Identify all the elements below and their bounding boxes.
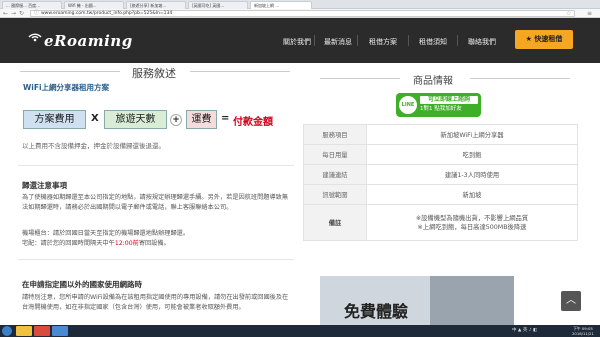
browser-tab[interactable]: [旅遊分享] 新加坡... (126, 1, 186, 9)
product-info-table: 服務項目 新加坡WiFi上網分享器 每日用量 吃到飽 建議連結 建議1-3人同時… (303, 124, 578, 241)
chevron-up-icon: ︿ (566, 295, 576, 306)
row-value: 建議1-3人同時使用 (366, 164, 578, 185)
start-button[interactable] (2, 326, 12, 336)
row-value: 吃到飽 (366, 144, 578, 165)
page-info-icon[interactable]: ⓘ (34, 11, 39, 16)
table-row: 建議連結 建議1-3人同時使用 (303, 164, 578, 185)
row-key: 建議連結 (303, 164, 367, 185)
browser-tabbar: ... 國際服... 百度... Wifi 機 - 出國... [旅遊分享] 新… (0, 0, 600, 9)
line-add-friend-label: 1對1 點我加好友 (420, 106, 462, 112)
explorer-icon[interactable] (16, 326, 32, 336)
section-divider (18, 165, 294, 166)
row-key: 服務項目 (303, 124, 367, 145)
address-bar[interactable]: ⓘ www.eroaming.com.tw/product_info.php?p… (30, 10, 575, 17)
formula-plus: + (170, 114, 182, 126)
site-header: eRoaming 關於我們 最新消息 租借方案 租借須知 聯絡我們 ★ 快速租借 (0, 18, 600, 63)
nav-divider (314, 35, 315, 46)
table-row: 訊號範圍 新加坡 (303, 184, 578, 205)
section-title-service: 服務敘述 (132, 67, 176, 80)
nav-divider (408, 35, 409, 46)
formula-plan-fee: 方案費用 (23, 110, 86, 129)
line-logo-icon: LINE (399, 96, 417, 114)
nav-divider (357, 35, 358, 46)
reload-icon[interactable]: ↻ (19, 10, 24, 17)
wifi-logo-icon (28, 33, 42, 42)
table-row: 每日用量 吃到飽 (303, 144, 578, 165)
quick-rent-button[interactable]: ★ 快速租借 (515, 30, 573, 49)
row-key: 備註 (303, 204, 367, 241)
section-divider (18, 259, 294, 260)
product-info-title: 商品情報 (413, 76, 453, 87)
system-tray[interactable]: 中 ▲ 英 ♪ ◧ (512, 327, 537, 333)
app-icon[interactable] (52, 326, 68, 336)
title-rule (190, 71, 290, 72)
nav-plans[interactable]: 租借方案 (369, 37, 397, 47)
plan-subheading: WiFi上網分享器租用方案 (23, 83, 110, 92)
star-icon: ★ (525, 35, 532, 43)
row-key: 訊號範圍 (303, 184, 367, 205)
deposit-note: 以上費用不含設備押金，押金於設備歸還後退還。 (22, 142, 165, 150)
nav-news[interactable]: 最新消息 (324, 37, 352, 47)
formula-total: 付款金額 (233, 117, 273, 128)
bookmark-star-icon[interactable]: ☆ (566, 10, 571, 17)
forward-icon[interactable]: → (11, 10, 16, 17)
browser-tab[interactable]: [英國可吃] 英國... (188, 1, 248, 9)
row-value: 新加坡 (366, 184, 578, 205)
nav-contact[interactable]: 聯絡我們 (468, 37, 496, 47)
address-url: www.eroaming.com.tw/product_info.php?pb=… (41, 11, 173, 16)
browser-toolbar: ← → ↻ ⓘ www.eroaming.com.tw/product_info… (0, 9, 600, 18)
outside-country-paragraph: 請特別注意，您所申請的WiFi設備為在該租用指定國使用的專用設備，請勿在出發前或… (22, 294, 289, 311)
title-rule (20, 71, 120, 72)
row-value: 新加坡WiFi上網分享器 (366, 124, 578, 145)
browser-menu-icon[interactable]: ≡ (587, 10, 592, 17)
line-consult-button[interactable]: LINE 可立即線上諮詢 1對1 點我加好友 (396, 93, 481, 117)
browser-tab[interactable]: Wifi 機 - 出國... (64, 1, 124, 9)
banner-title: 免費體驗 (344, 302, 409, 321)
formula-equals: = (221, 113, 230, 124)
back-icon[interactable]: ← (3, 10, 8, 17)
table-row: 備註 ※設備機型為隨機出貨，不影響上網品質 ※上網吃到飽，每日高達500MB後降… (303, 204, 578, 241)
back-to-top-button[interactable]: ︿ (561, 291, 581, 311)
formula-travel-days: 旅遊天數 (104, 110, 167, 129)
browser-tab[interactable]: ... 國際服... 百度... (2, 1, 62, 9)
os-taskbar: 中 ▲ 英 ♪ ◧ 下午 09:05 2016/11/21 (0, 325, 600, 337)
nav-rental-notes[interactable]: 租借須知 (419, 37, 447, 47)
formula-shipping: 運費 (186, 110, 217, 129)
return-paragraph: 為了使機器如期歸還至本公司指定的地點，請按規定辦理歸還手續。另外，若是因航班問題… (22, 194, 289, 211)
title-rule (320, 78, 400, 79)
browser-tab-active[interactable]: 新加坡上網 ... (250, 1, 312, 9)
chrome-icon[interactable] (34, 326, 50, 336)
taskbar-clock[interactable]: 下午 09:05 2016/11/21 (572, 326, 594, 336)
table-row: 服務項目 新加坡WiFi上網分享器 (303, 124, 578, 145)
return-methods: 機場櫃台：請於回國日當天至指定的機場歸還地點辦理歸還。 宅配：請於您的回國時間隔… (22, 230, 190, 247)
row-value: ※設備機型為隨機出貨，不影響上網品質 ※上網吃到飽，每日高達500MB後降速 (366, 204, 578, 241)
row-key: 每日用量 (303, 144, 367, 165)
outside-country-heading: 在申請指定國以外的國家使用網路時 (22, 280, 142, 289)
return-heading: 歸還注意事項 (22, 181, 67, 190)
line-consult-label: 可立即線上諮詢 (420, 96, 478, 104)
site-logo[interactable]: eRoaming (44, 32, 133, 50)
nav-about[interactable]: 關於我們 (283, 37, 311, 47)
title-rule (470, 78, 570, 79)
nav-divider (457, 35, 458, 46)
formula-multiply: X (91, 113, 99, 124)
